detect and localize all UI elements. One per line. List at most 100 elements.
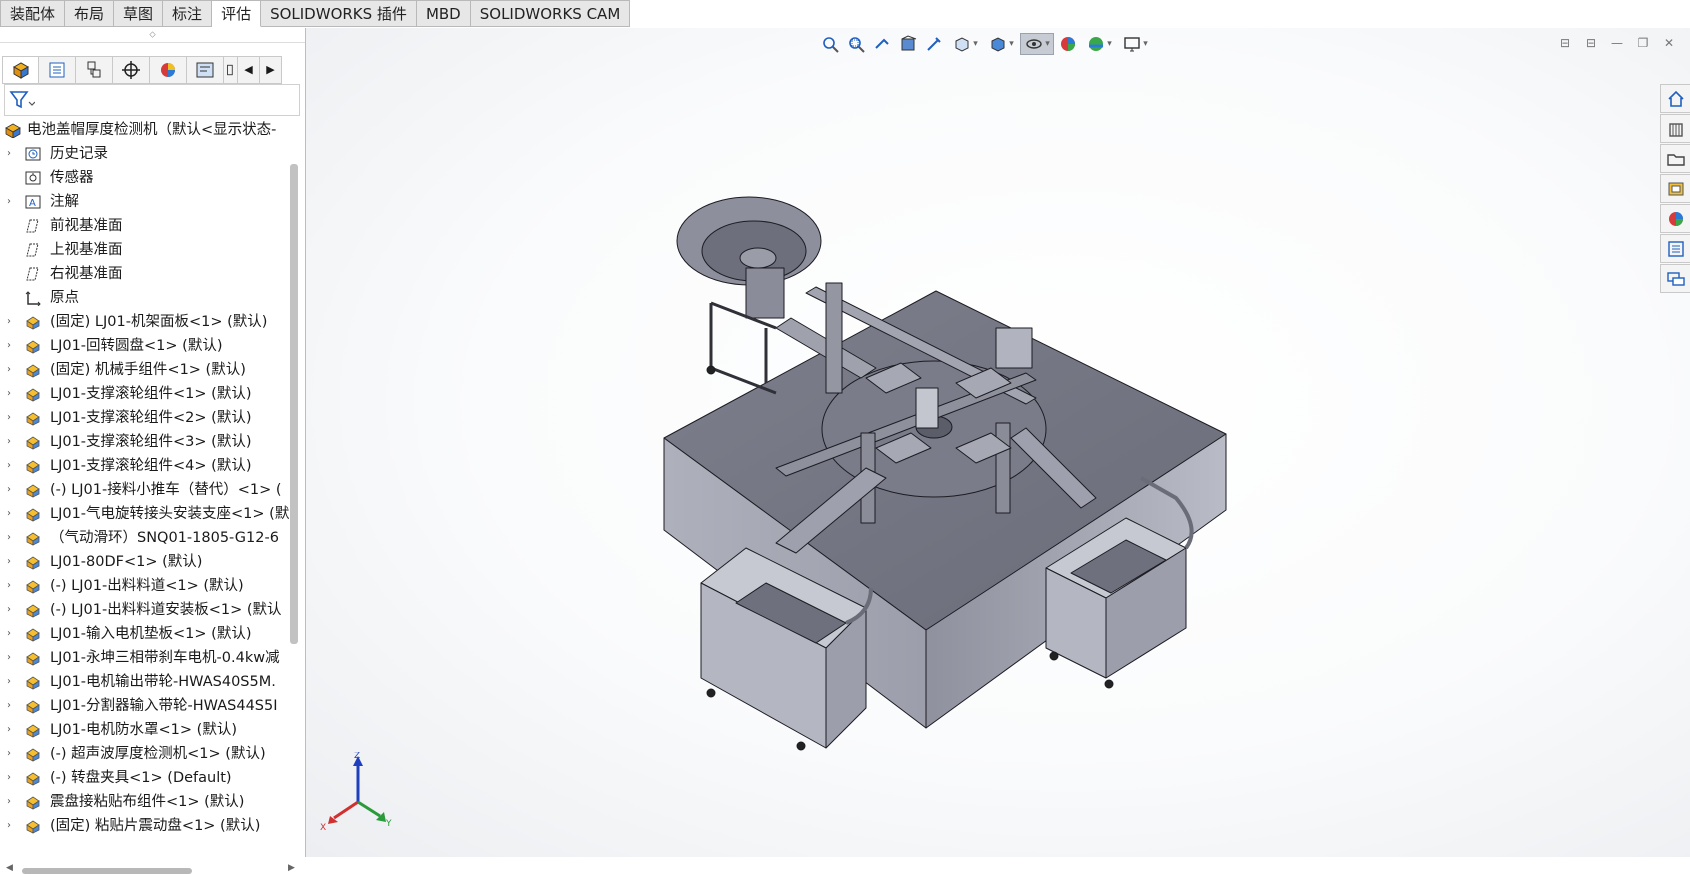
- tree-item[interactable]: › (-) LJ01-出料料道<1> (默认): [0, 574, 290, 598]
- command-tab[interactable]: 布局: [65, 0, 115, 27]
- assembly-model[interactable]: [306, 28, 1690, 857]
- expand-arrow-icon[interactable]: ›: [7, 478, 17, 502]
- expand-arrow-icon[interactable]: ›: [7, 406, 17, 430]
- tree-item[interactable]: › LJ01-永坤三相带刹车电机-0.4kw减: [0, 646, 290, 670]
- tree-item[interactable]: › (固定) 机械手组件<1> (默认): [0, 358, 290, 382]
- command-tab[interactable]: MBD: [416, 0, 471, 27]
- filter-icon[interactable]: [9, 90, 35, 110]
- tree-item[interactable]: › LJ01-输入电机垫板<1> (默认): [0, 622, 290, 646]
- expand-arrow-icon[interactable]: ›: [7, 574, 17, 598]
- expand-arrow-icon[interactable]: ›: [7, 550, 17, 574]
- tree-item[interactable]: 原点: [0, 286, 290, 310]
- tree-item[interactable]: › LJ01-电机输出带轮-HWAS40S5M.: [0, 670, 290, 694]
- expand-arrow-icon[interactable]: ›: [7, 718, 17, 742]
- restore-icon[interactable]: ❐: [1634, 34, 1652, 52]
- tree-item[interactable]: › 震盘接粘贴布组件<1> (默认): [0, 790, 290, 814]
- previous-view-button[interactable]: [870, 33, 894, 55]
- tree-item[interactable]: › (固定) LJ01-机架面板<1> (默认): [0, 310, 290, 334]
- appearances-scenes-icon[interactable]: [1660, 204, 1690, 233]
- scroll-left-arrow-icon[interactable]: ◀: [6, 863, 13, 873]
- tree-item[interactable]: › LJ01-支撑滚轮组件<2> (默认): [0, 406, 290, 430]
- cam-operation-tree-tab[interactable]: [224, 56, 238, 84]
- tree-item[interactable]: › (-) LJ01-出料料道安装板<1> (默认: [0, 598, 290, 622]
- tree-item[interactable]: › LJ01-支撑滚轮组件<3> (默认): [0, 430, 290, 454]
- tree-item[interactable]: › (-) 超声波厚度检测机<1> (默认): [0, 742, 290, 766]
- dynamic-annotation-button[interactable]: [922, 33, 946, 55]
- section-view-button[interactable]: [896, 33, 920, 55]
- tree-item[interactable]: › LJ01-气电旋转接头安装支座<1> (默: [0, 502, 290, 526]
- tree-item[interactable]: › 历史记录: [0, 142, 290, 166]
- expand-arrow-icon[interactable]: ›: [7, 190, 17, 214]
- custom-properties-icon[interactable]: [1660, 234, 1690, 263]
- hide-show-items-button[interactable]: [1020, 33, 1054, 55]
- tree-root-assembly[interactable]: 电池盖帽厚度检测机（默认<显示状态-: [0, 118, 290, 142]
- tree-item[interactable]: 传感器: [0, 166, 290, 190]
- tile-left-icon[interactable]: ⊟: [1556, 34, 1574, 52]
- tree-item[interactable]: 右视基准面: [0, 262, 290, 286]
- expand-arrow-icon[interactable]: ›: [7, 766, 17, 790]
- minimize-icon[interactable]: —: [1608, 34, 1626, 52]
- tree-item[interactable]: › (-) LJ01-接料小推车（替代）<1> (: [0, 478, 290, 502]
- panel-tab-prev-icon[interactable]: ◀: [238, 56, 260, 84]
- design-library-icon[interactable]: [1660, 114, 1690, 143]
- tree-item[interactable]: › LJ01-支撑滚轮组件<4> (默认): [0, 454, 290, 478]
- expand-arrow-icon[interactable]: ›: [7, 334, 17, 358]
- expand-arrow-icon[interactable]: ›: [7, 646, 17, 670]
- expand-arrow-icon[interactable]: ›: [7, 742, 17, 766]
- dimxpert-tab[interactable]: [113, 56, 150, 84]
- expand-arrow-icon[interactable]: ›: [7, 814, 17, 838]
- property-manager-tab[interactable]: [39, 56, 76, 84]
- close-icon[interactable]: ✕: [1660, 34, 1678, 52]
- zoom-to-area-button[interactable]: [844, 33, 868, 55]
- zoom-to-fit-button[interactable]: [818, 33, 842, 55]
- view-settings-button[interactable]: [1118, 33, 1152, 55]
- command-tab[interactable]: 装配体: [0, 0, 66, 27]
- scroll-right-arrow-icon[interactable]: ▶: [288, 863, 295, 873]
- tree-item[interactable]: › LJ01-分割器输入带轮-HWAS44S5I: [0, 694, 290, 718]
- expand-arrow-icon[interactable]: ›: [7, 502, 17, 526]
- tree-item[interactable]: 前视基准面: [0, 214, 290, 238]
- view-palette-icon[interactable]: [1660, 174, 1690, 203]
- tree-item[interactable]: › LJ01-支撑滚轮组件<1> (默认): [0, 382, 290, 406]
- expand-arrow-icon[interactable]: ›: [7, 310, 17, 334]
- tree-item[interactable]: › LJ01-80DF<1> (默认): [0, 550, 290, 574]
- panel-grip[interactable]: ⬦: [0, 28, 305, 43]
- command-tab[interactable]: 标注: [163, 0, 213, 27]
- command-tab[interactable]: 草图: [114, 0, 164, 27]
- tree-vertical-scrollbar[interactable]: [290, 164, 298, 644]
- tree-horizontal-scrollbar[interactable]: [22, 868, 192, 874]
- panel-tab-next-icon[interactable]: ▶: [260, 56, 282, 84]
- solidworks-resources-icon[interactable]: [1660, 84, 1690, 113]
- view-orientation-button[interactable]: [948, 33, 982, 55]
- display-style-button[interactable]: [984, 33, 1018, 55]
- feature-manager-tab[interactable]: [2, 56, 39, 84]
- expand-arrow-icon[interactable]: ›: [7, 790, 17, 814]
- tree-item[interactable]: › LJ01-电机防水罩<1> (默认): [0, 718, 290, 742]
- expand-arrow-icon[interactable]: ›: [7, 622, 17, 646]
- tree-item[interactable]: › A 注解: [0, 190, 290, 214]
- expand-arrow-icon[interactable]: ›: [7, 382, 17, 406]
- expand-arrow-icon[interactable]: ›: [7, 142, 17, 166]
- tree-item[interactable]: › （气动滑环）SNQ01-1805-G12-6: [0, 526, 290, 550]
- expand-arrow-icon[interactable]: ›: [7, 598, 17, 622]
- tree-filter[interactable]: [4, 84, 300, 116]
- tree-item[interactable]: › LJ01-回转圆盘<1> (默认): [0, 334, 290, 358]
- file-explorer-icon[interactable]: [1660, 144, 1690, 173]
- expand-arrow-icon[interactable]: ›: [7, 430, 17, 454]
- tree-item[interactable]: › (固定) 粘贴片震动盘<1> (默认): [0, 814, 290, 838]
- graphics-area[interactable]: ⊟ ⊟ — ❐ ✕ Z: [306, 28, 1690, 857]
- expand-arrow-icon[interactable]: ›: [7, 454, 17, 478]
- expand-arrow-icon[interactable]: ›: [7, 358, 17, 382]
- apply-scene-button[interactable]: [1082, 33, 1116, 55]
- edit-appearance-button[interactable]: [1056, 33, 1080, 55]
- command-tab[interactable]: SOLIDWORKS 插件: [261, 0, 417, 27]
- expand-arrow-icon[interactable]: ›: [7, 694, 17, 718]
- forum-icon[interactable]: [1660, 264, 1690, 293]
- command-tab[interactable]: SOLIDWORKS CAM: [470, 0, 631, 27]
- command-tab[interactable]: 评估: [212, 0, 262, 27]
- expand-arrow-icon[interactable]: ›: [7, 526, 17, 550]
- expand-arrow-icon[interactable]: ›: [7, 670, 17, 694]
- cam-feature-tree-tab[interactable]: [187, 56, 224, 84]
- tile-right-icon[interactable]: ⊟: [1582, 34, 1600, 52]
- tree-item[interactable]: › (-) 转盘夹具<1> (Default): [0, 766, 290, 790]
